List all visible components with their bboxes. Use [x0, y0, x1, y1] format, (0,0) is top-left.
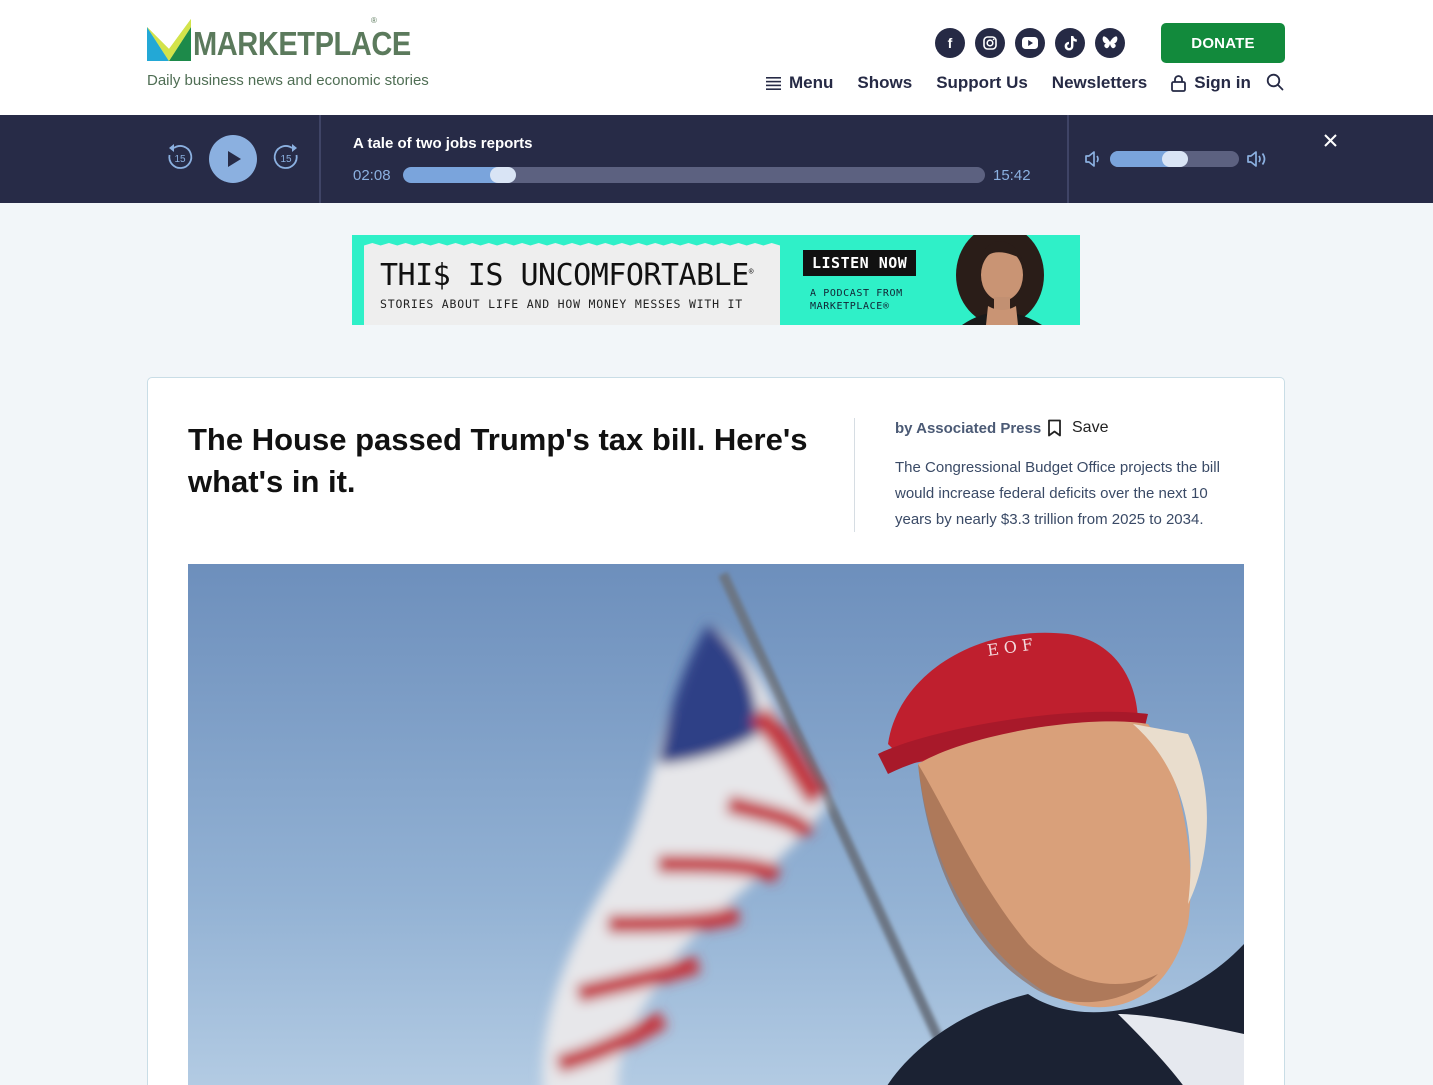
duration: 15:42 [993, 167, 1031, 184]
skip-forward-15-icon[interactable]: 15 [271, 142, 301, 172]
save-button[interactable]: Save [1047, 419, 1108, 437]
nav-newsletters[interactable]: Newsletters [1052, 73, 1147, 93]
nav-menu[interactable]: Menu [766, 73, 833, 93]
volume-thumb[interactable] [1161, 151, 1188, 167]
main-nav: Menu Shows Support Us Newsletters Sign i… [766, 72, 1275, 94]
nav-sign-in-label: Sign in [1194, 73, 1251, 92]
ad-listen-now-button[interactable]: LISTEN NOW [803, 250, 917, 276]
header-divider [854, 418, 855, 532]
instagram-icon[interactable] [975, 28, 1005, 58]
search-icon[interactable] [1266, 73, 1284, 96]
progress-fill [403, 167, 504, 183]
elapsed-time: 02:08 [353, 167, 391, 184]
article-headline: The House passed Trump's tax bill. Here'… [188, 422, 808, 499]
article-card: The House passed Trump's tax bill. Here'… [147, 377, 1285, 1085]
youtube-icon[interactable] [1015, 28, 1045, 58]
volume-down-icon[interactable] [1084, 149, 1104, 174]
nav-shows[interactable]: Shows [857, 73, 912, 93]
skip-forward-seconds: 15 [280, 154, 292, 165]
site-header: MARKETPLACE ® Daily business news and ec… [0, 0, 1433, 115]
marketplace-logo[interactable]: MARKETPLACE [147, 19, 441, 61]
bluesky-icon[interactable] [1095, 28, 1125, 58]
nav-menu-label: Menu [789, 73, 834, 92]
social-links: f [935, 28, 1125, 58]
volume-up-icon[interactable] [1246, 149, 1272, 174]
close-player-icon[interactable] [1322, 132, 1339, 154]
bookmark-icon [1048, 419, 1061, 437]
play-icon [228, 151, 241, 167]
nav-support-us[interactable]: Support Us [936, 73, 1028, 93]
ad-title: THI$ IS UNCOMFORTABLE® [380, 258, 754, 293]
play-button[interactable] [209, 135, 257, 183]
player-divider [319, 115, 321, 203]
ad-podcast-credit: A PODCAST FROM MARKETPLACE® [810, 288, 903, 312]
ad-host-portrait [956, 235, 1044, 325]
donate-button[interactable]: DONATE [1161, 23, 1285, 63]
article-lead-photo: E O F [188, 564, 1244, 1085]
logo-wordmark: MARKETPLACE [193, 25, 411, 62]
skip-back-15-icon[interactable]: 15 [165, 142, 195, 172]
audio-player: 15 15 A tale of two jobs reports 02:08 1… [0, 115, 1433, 203]
ad-subtitle: STORIES ABOUT LIFE AND HOW MONEY MESSES … [380, 297, 744, 311]
tiktok-icon[interactable] [1055, 28, 1085, 58]
progress-thumb[interactable] [490, 167, 517, 183]
article-dek: The Congressional Budget Office projects… [895, 459, 1220, 528]
site-tagline: Daily business news and economic stories [147, 72, 429, 89]
marketplace-logo-mark-icon [147, 19, 191, 61]
logo-registered-mark: ® [371, 16, 377, 25]
lock-icon [1171, 74, 1187, 92]
episode-title: A tale of two jobs reports [353, 135, 533, 152]
save-label: Save [1072, 419, 1109, 436]
nav-sign-in[interactable]: Sign in [1171, 73, 1251, 93]
podcast-ad-banner[interactable]: THI$ IS UNCOMFORTABLE® STORIES ABOUT LIF… [352, 235, 1080, 325]
facebook-icon[interactable]: f [935, 28, 965, 58]
skip-back-seconds: 15 [174, 154, 186, 165]
player-divider [1067, 115, 1069, 203]
article-byline[interactable]: by Associated Press [895, 420, 1041, 437]
hamburger-icon [766, 76, 781, 90]
